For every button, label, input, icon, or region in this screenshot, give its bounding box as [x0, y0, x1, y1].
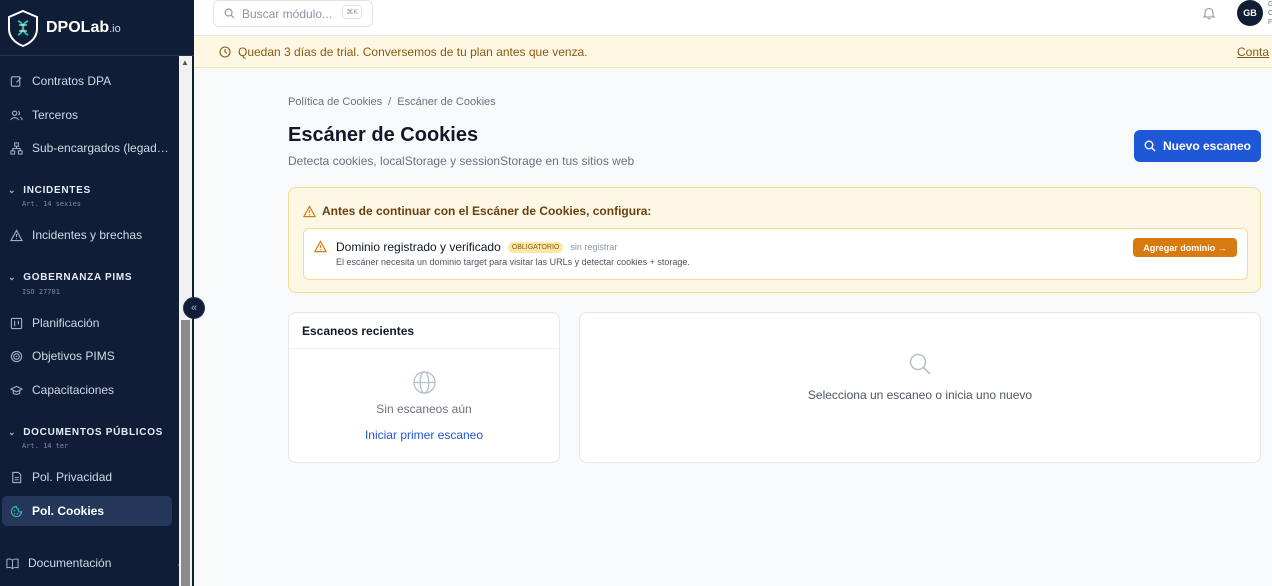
scan-detail-panel: Selecciona un escaneo o inicia uno nuevo: [579, 312, 1261, 463]
topbar: Buscar módulo... ⌘K GB G C F: [194, 0, 1272, 36]
globe-icon: [413, 371, 436, 394]
trial-banner: Quedan 3 días de trial. Conversemos de t…: [194, 36, 1272, 68]
target-icon: [10, 350, 23, 362]
sidebar-item-label: Capacitaciones: [32, 383, 115, 397]
search-icon: [1144, 140, 1156, 152]
sidebar-item-contratos-dpa[interactable]: Contratos DPA: [0, 66, 176, 96]
warning-triangle-icon: [10, 228, 23, 241]
bell-icon[interactable]: [1202, 6, 1216, 20]
recent-scans-title: Escaneos recientes: [289, 313, 559, 349]
document-icon: [12, 471, 22, 483]
avatar[interactable]: GB: [1237, 0, 1263, 26]
new-scan-button[interactable]: Nuevo escaneo: [1134, 130, 1261, 162]
start-first-scan-link[interactable]: Iniciar primer escaneo: [289, 428, 559, 442]
sidebar-item-pol-privacidad[interactable]: Pol. Privacidad: [0, 462, 176, 492]
warning-title-text: Antes de continuar con el Escáner de Coo…: [322, 204, 652, 218]
section-header-gobernanza-pims[interactable]: ⌄ GOBERNANZA PIMS: [8, 272, 132, 283]
graduation-cap-icon: [10, 385, 23, 395]
requirement-title: Dominio registrado y verificado OBLIGATO…: [336, 240, 617, 254]
detail-empty-text: Selecciona un escaneo o inicia uno nuevo: [807, 388, 1033, 402]
add-domain-button[interactable]: Agregar dominio →: [1133, 238, 1237, 257]
contact-link[interactable]: Conta: [1237, 45, 1269, 59]
sidebar-item-label: Documentación: [28, 556, 112, 570]
search-input[interactable]: Buscar módulo... ⌘K: [213, 0, 373, 27]
brand-logo[interactable]: DPOLab.io: [0, 0, 194, 56]
sidebar-item-label: Contratos DPA: [32, 74, 112, 88]
new-scan-button-label: Nuevo escaneo: [1162, 139, 1252, 153]
requirement-title-text: Dominio registrado y verificado: [336, 240, 501, 254]
sidebar-item-terceros[interactable]: Terceros: [0, 100, 176, 130]
warning-triangle-icon: [303, 204, 316, 217]
sidebar-item-label: Planificación: [32, 316, 100, 330]
sidebar-item-label: Pol. Privacidad: [32, 470, 113, 484]
users-icon: [10, 109, 23, 120]
warning-title: Antes de continuar con el Escáner de Coo…: [303, 204, 651, 218]
breadcrumb-parent-link[interactable]: Política de Cookies: [288, 96, 382, 108]
recent-scans-card: Escaneos recientes Sin escaneos aún Inic…: [288, 312, 560, 463]
page-subtitle: Detecta cookies, localStorage y sessionS…: [288, 154, 635, 168]
scroll-up-arrow-icon[interactable]: ▲: [181, 58, 189, 67]
breadcrumb-current: Escáner de Cookies: [397, 96, 496, 108]
sidebar-item-planificacion[interactable]: Planificación: [0, 308, 176, 338]
user-email-fragment: C: [1268, 10, 1272, 17]
setup-warning-card: Antes de continuar con el Escáner de Coo…: [288, 187, 1261, 293]
brand-name: DPOLab.io: [46, 18, 121, 36]
breadcrumb-separator: /: [388, 96, 392, 108]
requirement-status: sin registrar: [570, 242, 618, 252]
sidebar-item-objetivos-pims[interactable]: Objetivos PIMS: [0, 341, 176, 371]
sidebar-item-label: Incidentes y brechas: [32, 228, 143, 242]
user-role-fragment: F: [1268, 19, 1272, 26]
sidebar: DPOLab.io Contratos DPA Terceros Sub-enc…: [0, 0, 194, 586]
user-info-fragment[interactable]: G C F: [1268, 0, 1272, 27]
sidebar-item-label: Terceros: [32, 108, 79, 122]
no-scans-text: Sin escaneos aún: [376, 402, 472, 416]
section-subtitle: Art. 14 ter: [22, 442, 69, 450]
section-title: INCIDENTES: [23, 185, 91, 196]
section-title: DOCUMENTOS PÚBLICOS: [23, 427, 164, 438]
breadcrumb: Política de Cookies / Escáner de Cookies: [288, 96, 496, 108]
chevron-down-icon: ⌄: [8, 185, 17, 195]
section-subtitle: ISO 27701: [22, 288, 60, 296]
edit-document-icon: [10, 75, 22, 87]
page-title: Escáner de Cookies: [288, 124, 479, 146]
keyboard-shortcut-badge: ⌘K: [342, 5, 362, 19]
sidebar-item-capacitaciones[interactable]: Capacitaciones: [0, 375, 176, 405]
requirement-item: Dominio registrado y verificado OBLIGATO…: [303, 228, 1248, 280]
cookie-icon: [10, 505, 23, 517]
section-header-documentos-publicos[interactable]: ⌄ DOCUMENTOS PÚBLICOS: [8, 427, 163, 438]
search-placeholder: Buscar módulo...: [242, 6, 333, 21]
sidebar-item-incidentes-y-brechas[interactable]: Incidentes y brechas: [0, 220, 176, 250]
search-icon: [909, 353, 931, 375]
clock-icon: [219, 45, 231, 58]
section-title: GOBERNANZA PIMS: [23, 272, 133, 283]
warning-triangle-icon: [314, 240, 327, 253]
kanban-icon: [10, 317, 23, 329]
shield-logo-icon: [8, 9, 38, 47]
sidebar-item-label: Sub-encargados (legad…: [32, 141, 169, 155]
sidebar-item-label: Objetivos PIMS: [32, 349, 115, 363]
chevron-down-icon: ⌄: [8, 427, 17, 437]
network-icon: [10, 141, 23, 155]
sidebar-item-sub-encargados[interactable]: Sub-encargados (legad…: [0, 133, 176, 163]
avatar-initials: GB: [1243, 8, 1257, 18]
sidebar-documentation-link[interactable]: Documentación ↗: [0, 548, 184, 578]
double-chevron-left-icon: «: [190, 302, 198, 314]
book-icon: [6, 558, 19, 569]
section-header-incidentes[interactable]: ⌄ INCIDENTES: [8, 185, 91, 196]
search-icon: [224, 8, 235, 19]
collapse-sidebar-button[interactable]: «: [183, 297, 205, 319]
chevron-down-icon: ⌄: [8, 272, 17, 282]
sidebar-item-pol-cookies[interactable]: Pol. Cookies: [2, 496, 172, 526]
user-name-fragment: G: [1268, 1, 1272, 8]
section-subtitle: Art. 14 sexies: [22, 200, 82, 208]
trial-banner-text: Quedan 3 días de trial. Conversemos de t…: [238, 44, 588, 59]
required-badge: OBLIGATORIO: [507, 241, 564, 253]
requirement-description: El escáner necesita un dominio target pa…: [336, 257, 690, 267]
sidebar-item-label: Pol. Cookies: [32, 504, 105, 518]
sidebar-scrollbar-thumb[interactable]: [181, 320, 190, 586]
